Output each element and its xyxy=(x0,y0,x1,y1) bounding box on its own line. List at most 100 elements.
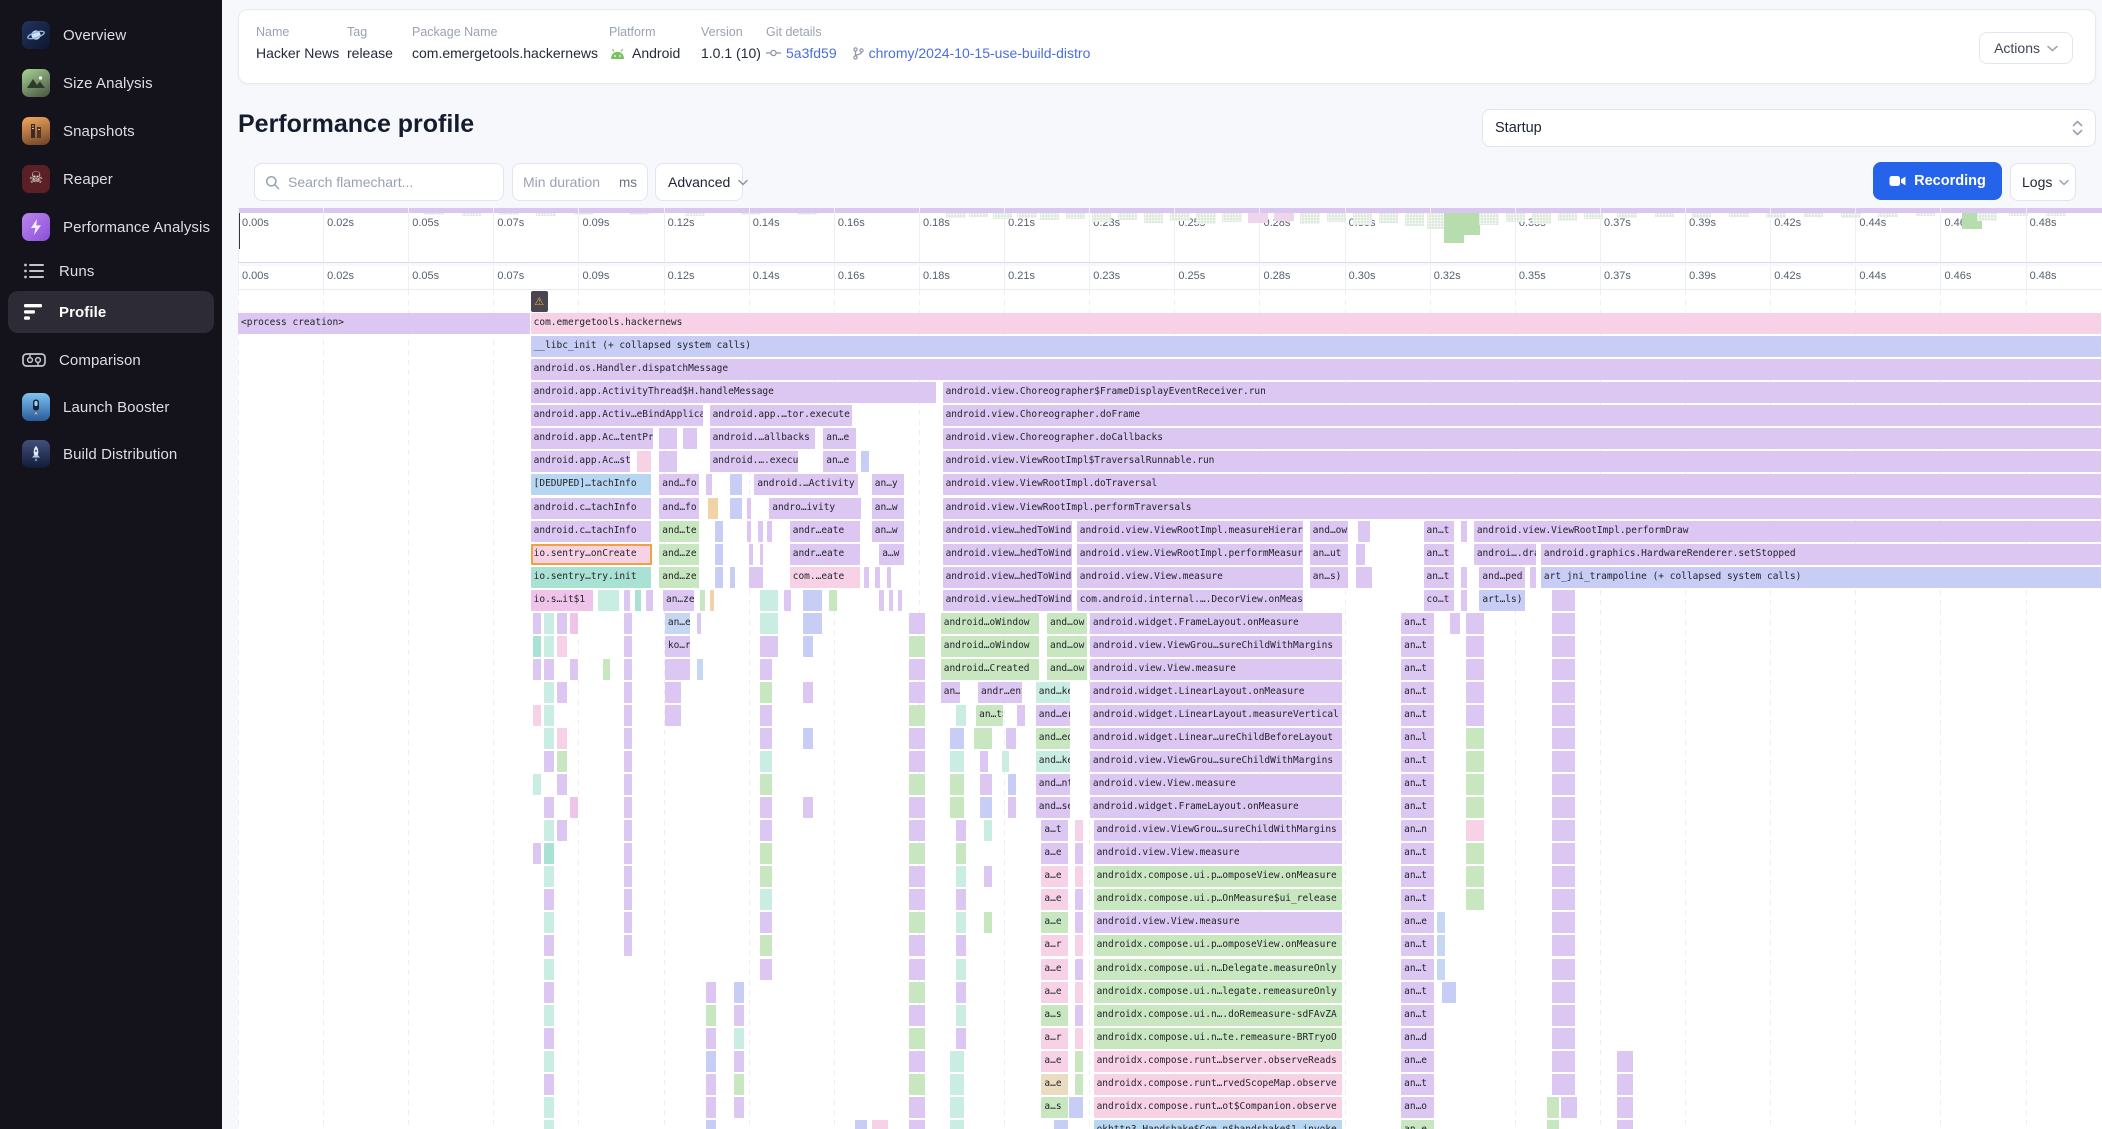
flame-frame[interactable] xyxy=(909,636,926,657)
flame-frame[interactable] xyxy=(1552,751,1576,772)
flame-frame[interactable] xyxy=(909,774,926,795)
flame-frame[interactable] xyxy=(1552,959,1576,980)
flame-frame[interactable]: an…t xyxy=(1401,959,1435,980)
flame-frame[interactable] xyxy=(784,590,791,611)
flame-frame[interactable] xyxy=(557,636,568,657)
flame-frame[interactable] xyxy=(1530,567,1537,588)
flame-frame[interactable] xyxy=(1552,636,1576,657)
flame-frame[interactable] xyxy=(706,1051,717,1072)
flame-frame[interactable]: an…ut xyxy=(1310,544,1349,565)
recording-button[interactable]: Recording xyxy=(1873,162,2002,200)
flame-frame[interactable] xyxy=(734,1097,745,1118)
flame-frame[interactable] xyxy=(803,797,814,818)
sidebar-item-performance-analysis[interactable]: Performance Analysis xyxy=(8,206,214,248)
profile-type-select[interactable]: Startup xyxy=(1482,109,2096,147)
flame-frame[interactable] xyxy=(760,636,779,657)
flame-frame[interactable]: and…nt xyxy=(1036,774,1071,795)
flame-frame[interactable]: android.c…tachInfo xyxy=(531,521,652,542)
flame-frame[interactable]: an…d xyxy=(1401,1028,1435,1049)
flame-frame[interactable] xyxy=(730,474,743,495)
flame-frame[interactable] xyxy=(1552,1028,1576,1049)
flame-frame[interactable] xyxy=(909,1051,926,1072)
advanced-button[interactable]: Advanced xyxy=(655,163,743,201)
flame-frame[interactable]: an…t xyxy=(1401,935,1435,956)
flame-frame[interactable]: an…t xyxy=(1424,544,1456,565)
flame-frame[interactable]: android.view.View.measure xyxy=(1077,567,1304,588)
flame-frame[interactable]: andr…eate xyxy=(790,521,861,542)
flame-frame[interactable] xyxy=(909,935,926,956)
flame-frame[interactable] xyxy=(624,820,633,841)
flame-frame[interactable] xyxy=(956,912,967,933)
flame-frame[interactable] xyxy=(706,1005,717,1026)
flame-frame[interactable]: a…e xyxy=(1041,912,1069,933)
flame-frame[interactable]: an…n xyxy=(1401,820,1435,841)
flame-frame[interactable]: android.app.…tor.execute xyxy=(710,405,854,426)
flame-frame[interactable] xyxy=(956,843,967,864)
flame-frame[interactable]: and…ke xyxy=(1036,751,1071,772)
flame-frame[interactable]: androidx.compose.runt…bserver.observeRea… xyxy=(1094,1051,1344,1072)
flame-frame[interactable] xyxy=(984,866,993,887)
flame-frame[interactable] xyxy=(879,590,885,611)
flame-frame[interactable]: an…e xyxy=(1401,1120,1435,1129)
flame-frame[interactable]: a…e xyxy=(1041,1074,1069,1095)
flame-frame[interactable] xyxy=(909,1074,926,1095)
flame-frame[interactable] xyxy=(950,751,965,772)
sidebar-item-build-distribution[interactable]: Build Distribution xyxy=(8,433,214,475)
flame-frame[interactable] xyxy=(872,1120,889,1129)
flame-frame[interactable] xyxy=(898,590,904,611)
flame-frame[interactable]: a…t xyxy=(1041,820,1069,841)
flame-frame[interactable] xyxy=(758,521,764,542)
flame-frame[interactable] xyxy=(1466,636,1485,657)
flame-frame[interactable] xyxy=(1356,544,1365,565)
flame-frame[interactable] xyxy=(635,590,642,611)
flame-frame[interactable] xyxy=(909,959,926,980)
flame-frame[interactable]: a…e xyxy=(1041,843,1069,864)
flame-frame[interactable]: io.sentry…onCreate xyxy=(531,544,652,565)
flame-frame[interactable] xyxy=(1617,1097,1634,1118)
flame-frame[interactable]: an…t xyxy=(1424,521,1456,542)
flame-frame[interactable] xyxy=(1552,889,1576,910)
flame-frame[interactable]: androidx.compose.runt…ot$Companion.obser… xyxy=(1094,1097,1344,1118)
flame-frame[interactable] xyxy=(665,659,691,680)
flame-frame[interactable] xyxy=(747,498,753,519)
flame-frame[interactable]: android.view.ViewGrou…sureChildWithMargi… xyxy=(1094,820,1344,841)
flame-frame[interactable] xyxy=(1466,889,1485,910)
flame-frame[interactable] xyxy=(909,982,926,1003)
flame-frame[interactable] xyxy=(544,1120,555,1129)
flame-frame[interactable] xyxy=(1075,1051,1084,1072)
flame-frame[interactable] xyxy=(950,1120,965,1129)
flame-frame[interactable] xyxy=(624,682,633,703)
flame-frame[interactable]: a…s xyxy=(1041,1005,1069,1026)
flamechart[interactable]: ⚠ <process creation>com.emergetools.hack… xyxy=(238,290,2102,1129)
flame-frame[interactable] xyxy=(700,590,706,611)
flame-frame[interactable]: and…ow xyxy=(1047,613,1088,634)
flame-frame[interactable] xyxy=(1552,866,1576,887)
flame-frame[interactable] xyxy=(956,705,967,726)
sidebar-item-comparison[interactable]: Comparison xyxy=(8,339,214,381)
flame-frame[interactable] xyxy=(909,912,926,933)
flame-frame[interactable] xyxy=(1075,935,1084,956)
flame-frame[interactable] xyxy=(697,613,703,634)
flame-frame[interactable]: androidx.compose.ui.p…OnMeasure$ui_relea… xyxy=(1094,889,1344,910)
flame-frame[interactable] xyxy=(760,820,773,841)
flame-frame[interactable] xyxy=(909,613,926,634)
actions-button[interactable]: Actions xyxy=(1979,32,2073,64)
flame-frame[interactable] xyxy=(533,636,542,657)
flame-frame[interactable] xyxy=(950,774,965,795)
flame-frame[interactable] xyxy=(1466,843,1485,864)
flame-frame[interactable]: and…ed xyxy=(1036,728,1071,749)
flame-frame[interactable] xyxy=(533,774,542,795)
flame-frame[interactable]: an…t xyxy=(1401,705,1435,726)
sidebar-item-profile[interactable]: Profile xyxy=(8,291,214,333)
flame-frame[interactable]: an…e xyxy=(1401,1051,1435,1072)
flame-frame[interactable] xyxy=(544,1005,555,1026)
flame-frame[interactable]: androi….draw xyxy=(1474,544,1537,565)
flame-frame[interactable] xyxy=(659,451,678,472)
flame-frame[interactable]: an…t xyxy=(941,682,962,703)
flame-frame[interactable] xyxy=(665,682,682,703)
flame-frame[interactable] xyxy=(544,1028,555,1049)
flame-frame[interactable]: an…t xyxy=(1401,613,1435,634)
flame-frame[interactable]: android.widget.LinearLayout.measureVerti… xyxy=(1090,705,1344,726)
sidebar-item-snapshots[interactable]: Snapshots xyxy=(8,110,214,152)
flame-frame[interactable] xyxy=(956,889,967,910)
